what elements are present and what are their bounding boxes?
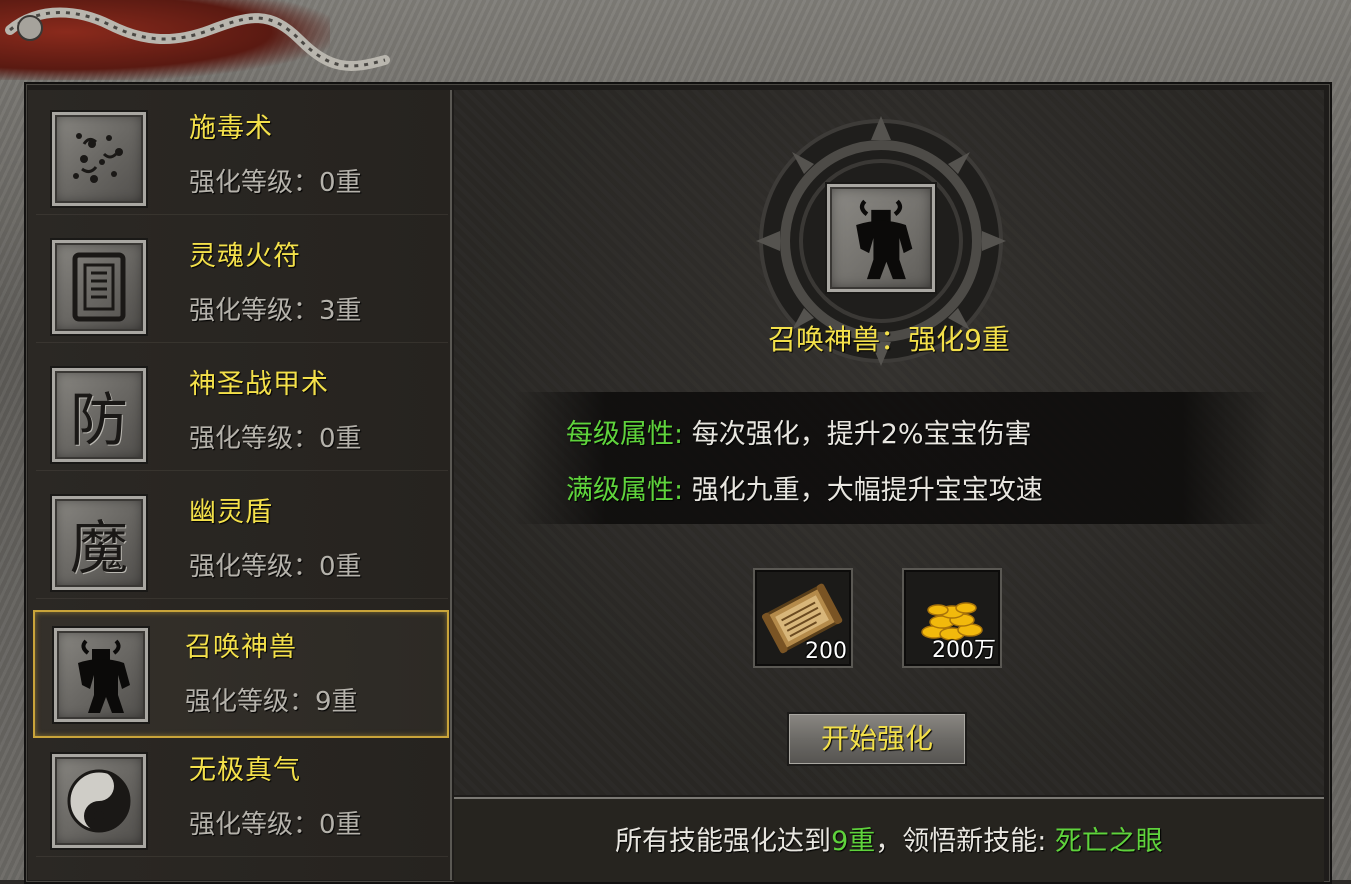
per-level-value: 每次强化，提升2%宝宝伤害 <box>691 419 1032 450</box>
skill-item-wuji-qi[interactable]: 无极真气 强化等级：0重 <box>36 732 448 857</box>
selected-skill-title: 召唤神兽：强化9重 <box>768 323 1010 356</box>
skill-level: 强化等级：0重 <box>189 168 362 198</box>
cost-count: 200万 <box>932 638 996 663</box>
poison-icon <box>50 110 148 208</box>
skill-level: 强化等级：0重 <box>189 424 362 454</box>
footer-bar: 所有技能强化达到9重，领悟新技能: 死亡之眼 <box>454 797 1324 882</box>
skill-item-soul-talisman[interactable]: 灵魂火符 强化等级：3重 <box>36 218 448 343</box>
per-level-attribute: 每级属性: 每次强化，提升2%宝宝伤害 <box>566 412 1032 451</box>
max-level-label: 满级属性: <box>566 475 684 506</box>
skill-name: 召唤神兽 <box>185 632 297 663</box>
talisman-icon <box>50 238 148 336</box>
skill-name: 神圣战甲术 <box>189 369 329 400</box>
footer-prefix: 所有技能强化达到 <box>615 826 832 857</box>
attribute-box: 每级属性: 每次强化，提升2%宝宝伤害 满级属性: 强化九重，大幅提升宝宝攻速 <box>514 392 1274 524</box>
skill-level: 强化等级：0重 <box>189 552 362 582</box>
skill-item-holy-armor[interactable]: 防 神圣战甲术 强化等级：0重 <box>36 346 448 471</box>
skill-level: 强化等级：0重 <box>189 810 362 840</box>
max-level-attribute: 满级属性: 强化九重，大幅提升宝宝攻速 <box>566 468 1043 507</box>
beast-icon <box>52 626 150 724</box>
defense-glyph-icon: 防 <box>50 366 148 464</box>
footer-middle: ，领悟新技能: <box>875 826 1055 857</box>
start-upgrade-button[interactable]: 开始强化 <box>787 712 967 766</box>
skill-name: 幽灵盾 <box>189 497 273 528</box>
cost-count: 200 <box>805 639 847 664</box>
skill-name: 无极真气 <box>189 755 301 786</box>
per-level-label: 每级属性: <box>566 419 684 450</box>
skill-item-ghost-shield[interactable]: 魔 幽灵盾 强化等级：0重 <box>36 474 448 599</box>
skill-level: 强化等级：9重 <box>185 687 358 717</box>
skill-item-poison[interactable]: 施毒术 强化等级：0重 <box>36 90 448 215</box>
cost-skill-book[interactable]: 200 <box>753 568 853 668</box>
skill-list: 施毒术 强化等级：0重 灵魂火符 强化等级：3重 防 神圣战甲术 强化等级：0重… <box>28 90 452 880</box>
max-level-value: 强化九重，大幅提升宝宝攻速 <box>691 475 1043 506</box>
yin-yang-icon <box>50 752 148 850</box>
cost-gold[interactable]: 200万 <box>902 568 1002 668</box>
skill-item-summon-beast[interactable]: 召唤神兽 强化等级：9重 <box>33 610 449 738</box>
dragon-ornament-icon <box>5 7 390 71</box>
selected-skill-icon <box>825 182 937 294</box>
demon-glyph: 魔 <box>69 514 128 582</box>
skill-detail-panel: 召唤神兽：强化9重 每级属性: 每次强化，提升2%宝宝伤害 满级属性: 强化九重… <box>454 90 1324 795</box>
footer-target: 9重 <box>831 826 876 857</box>
defense-glyph: 防 <box>69 386 128 454</box>
skill-name: 灵魂火符 <box>189 241 301 272</box>
footer-reward: 死亡之眼 <box>1054 826 1163 857</box>
skill-name: 施毒术 <box>189 113 273 144</box>
skill-level: 强化等级：3重 <box>189 296 362 326</box>
demon-glyph-icon: 魔 <box>50 494 148 592</box>
footer-text: 所有技能强化达到9重，领悟新技能: 死亡之眼 <box>454 819 1324 858</box>
